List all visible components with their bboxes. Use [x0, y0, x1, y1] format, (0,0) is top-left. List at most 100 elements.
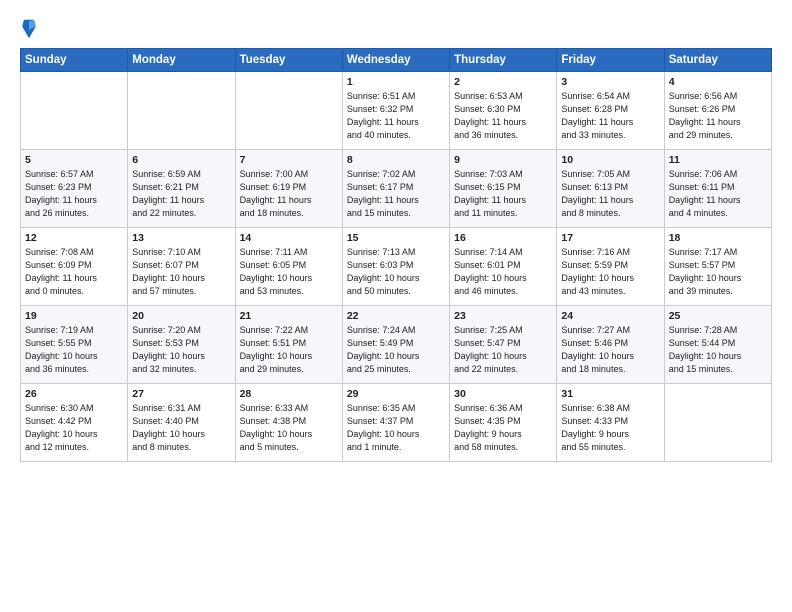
weekday-friday: Friday — [557, 49, 664, 72]
day-number: 19 — [25, 310, 123, 322]
calendar-cell: 18Sunrise: 7:17 AM Sunset: 5:57 PM Dayli… — [664, 228, 771, 306]
weekday-header-row: SundayMondayTuesdayWednesdayThursdayFrid… — [21, 49, 772, 72]
day-info: Sunrise: 7:13 AM Sunset: 6:03 PM Dayligh… — [347, 246, 445, 298]
day-number: 6 — [132, 154, 230, 166]
day-number: 9 — [454, 154, 552, 166]
day-info: Sunrise: 7:10 AM Sunset: 6:07 PM Dayligh… — [132, 246, 230, 298]
day-info: Sunrise: 6:30 AM Sunset: 4:42 PM Dayligh… — [25, 402, 123, 454]
day-info: Sunrise: 6:57 AM Sunset: 6:23 PM Dayligh… — [25, 168, 123, 220]
day-info: Sunrise: 7:19 AM Sunset: 5:55 PM Dayligh… — [25, 324, 123, 376]
calendar-cell: 22 Sunrise: 7:24 AM Sunset: 5:49 PM Dayli… — [342, 306, 449, 384]
calendar-cell — [128, 72, 235, 150]
day-number: 7 — [240, 154, 338, 166]
day-number: 26 — [25, 388, 123, 400]
day-number: 1 — [347, 76, 445, 88]
day-info: Sunrise: 7:11 AM Sunset: 6:05 PM Dayligh… — [240, 246, 338, 298]
day-number: 31 — [561, 388, 659, 400]
weekday-wednesday: Wednesday — [342, 49, 449, 72]
calendar-cell: 20 Sunrise: 7:20 AM Sunset: 5:53 PM Dayli… — [128, 306, 235, 384]
day-info: Sunrise: 6:33 AM Sunset: 4:38 PM Dayligh… — [240, 402, 338, 454]
calendar-cell: 4Sunrise: 6:56 AM Sunset: 6:26 PM Daylig… — [664, 72, 771, 150]
day-info: Sunrise: 7:25 AM Sunset: 5:47 PM Dayligh… — [454, 324, 552, 376]
calendar-cell: 15 Sunrise: 7:13 AM Sunset: 6:03 PM Dayli… — [342, 228, 449, 306]
calendar-cell — [21, 72, 128, 150]
day-info: Sunrise: 6:56 AM Sunset: 6:26 PM Dayligh… — [669, 90, 767, 142]
day-info: Sunrise: 7:20 AM Sunset: 5:53 PM Dayligh… — [132, 324, 230, 376]
day-number: 13 — [132, 232, 230, 244]
calendar-cell: 3 Sunrise: 6:54 AM Sunset: 6:28 PM Daylig… — [557, 72, 664, 150]
day-number: 14 — [240, 232, 338, 244]
day-number: 30 — [454, 388, 552, 400]
day-number: 20 — [132, 310, 230, 322]
day-info: Sunrise: 6:38 AM Sunset: 4:33 PM Dayligh… — [561, 402, 659, 454]
day-number: 21 — [240, 310, 338, 322]
day-number: 29 — [347, 388, 445, 400]
day-info: Sunrise: 6:59 AM Sunset: 6:21 PM Dayligh… — [132, 168, 230, 220]
calendar-cell — [664, 384, 771, 462]
day-number: 16 — [454, 232, 552, 244]
day-number: 8 — [347, 154, 445, 166]
day-info: Sunrise: 7:06 AM Sunset: 6:11 PM Dayligh… — [669, 168, 767, 220]
calendar-cell — [235, 72, 342, 150]
day-info: Sunrise: 7:22 AM Sunset: 5:51 PM Dayligh… — [240, 324, 338, 376]
day-number: 22 — [347, 310, 445, 322]
calendar-cell: 26 Sunrise: 6:30 AM Sunset: 4:42 PM Dayli… — [21, 384, 128, 462]
day-info: Sunrise: 6:36 AM Sunset: 4:35 PM Dayligh… — [454, 402, 552, 454]
day-info: Sunrise: 6:51 AM Sunset: 6:32 PM Dayligh… — [347, 90, 445, 142]
calendar-cell: 9 Sunrise: 7:03 AM Sunset: 6:15 PM Daylig… — [450, 150, 557, 228]
calendar-cell: 23 Sunrise: 7:25 AM Sunset: 5:47 PM Dayli… — [450, 306, 557, 384]
calendar-cell: 11 Sunrise: 7:06 AM Sunset: 6:11 PM Dayli… — [664, 150, 771, 228]
day-number: 15 — [347, 232, 445, 244]
day-info: Sunrise: 7:28 AM Sunset: 5:44 PM Dayligh… — [669, 324, 767, 376]
calendar-cell: 25 Sunrise: 7:28 AM Sunset: 5:44 PM Dayli… — [664, 306, 771, 384]
calendar-cell: 21 Sunrise: 7:22 AM Sunset: 5:51 PM Dayli… — [235, 306, 342, 384]
day-number: 23 — [454, 310, 552, 322]
day-number: 27 — [132, 388, 230, 400]
calendar-cell: 14 Sunrise: 7:11 AM Sunset: 6:05 PM Dayli… — [235, 228, 342, 306]
day-info: Sunrise: 6:53 AM Sunset: 6:30 PM Dayligh… — [454, 90, 552, 142]
calendar-week-1: 5 Sunrise: 6:57 AM Sunset: 6:23 PM Daylig… — [21, 150, 772, 228]
calendar-week-2: 12Sunrise: 7:08 AM Sunset: 6:09 PM Dayli… — [21, 228, 772, 306]
calendar-cell: 28 Sunrise: 6:33 AM Sunset: 4:38 PM Dayli… — [235, 384, 342, 462]
day-info: Sunrise: 7:03 AM Sunset: 6:15 PM Dayligh… — [454, 168, 552, 220]
day-info: Sunrise: 7:00 AM Sunset: 6:19 PM Dayligh… — [240, 168, 338, 220]
day-info: Sunrise: 6:31 AM Sunset: 4:40 PM Dayligh… — [132, 402, 230, 454]
weekday-sunday: Sunday — [21, 49, 128, 72]
day-info: Sunrise: 7:05 AM Sunset: 6:13 PM Dayligh… — [561, 168, 659, 220]
day-info: Sunrise: 7:02 AM Sunset: 6:17 PM Dayligh… — [347, 168, 445, 220]
day-info: Sunrise: 7:24 AM Sunset: 5:49 PM Dayligh… — [347, 324, 445, 376]
day-number: 28 — [240, 388, 338, 400]
calendar-cell: 6 Sunrise: 6:59 AM Sunset: 6:21 PM Daylig… — [128, 150, 235, 228]
calendar-cell: 13 Sunrise: 7:10 AM Sunset: 6:07 PM Dayli… — [128, 228, 235, 306]
page-header — [20, 18, 772, 40]
calendar-cell: 8 Sunrise: 7:02 AM Sunset: 6:17 PM Daylig… — [342, 150, 449, 228]
calendar-cell: 31 Sunrise: 6:38 AM Sunset: 4:33 PM Dayli… — [557, 384, 664, 462]
calendar-cell: 10 Sunrise: 7:05 AM Sunset: 6:13 PM Dayli… — [557, 150, 664, 228]
calendar-cell: 12Sunrise: 7:08 AM Sunset: 6:09 PM Dayli… — [21, 228, 128, 306]
day-number: 2 — [454, 76, 552, 88]
logo — [20, 18, 41, 40]
calendar-cell: 19 Sunrise: 7:19 AM Sunset: 5:55 PM Dayli… — [21, 306, 128, 384]
calendar-cell: 2 Sunrise: 6:53 AM Sunset: 6:30 PM Daylig… — [450, 72, 557, 150]
calendar-cell: 27 Sunrise: 6:31 AM Sunset: 4:40 PM Dayli… — [128, 384, 235, 462]
day-number: 3 — [561, 76, 659, 88]
day-number: 24 — [561, 310, 659, 322]
calendar-cell: 16Sunrise: 7:14 AM Sunset: 6:01 PM Dayli… — [450, 228, 557, 306]
day-number: 11 — [669, 154, 767, 166]
weekday-monday: Monday — [128, 49, 235, 72]
day-info: Sunrise: 6:35 AM Sunset: 4:37 PM Dayligh… — [347, 402, 445, 454]
day-number: 10 — [561, 154, 659, 166]
day-info: Sunrise: 6:54 AM Sunset: 6:28 PM Dayligh… — [561, 90, 659, 142]
calendar-cell: 29 Sunrise: 6:35 AM Sunset: 4:37 PM Dayli… — [342, 384, 449, 462]
day-info: Sunrise: 7:17 AM Sunset: 5:57 PM Dayligh… — [669, 246, 767, 298]
day-number: 12 — [25, 232, 123, 244]
calendar-week-3: 19 Sunrise: 7:19 AM Sunset: 5:55 PM Dayli… — [21, 306, 772, 384]
calendar-cell: 1 Sunrise: 6:51 AM Sunset: 6:32 PM Daylig… — [342, 72, 449, 150]
calendar-cell: 7 Sunrise: 7:00 AM Sunset: 6:19 PM Daylig… — [235, 150, 342, 228]
weekday-saturday: Saturday — [664, 49, 771, 72]
weekday-tuesday: Tuesday — [235, 49, 342, 72]
day-number: 25 — [669, 310, 767, 322]
day-number: 5 — [25, 154, 123, 166]
logo-icon — [20, 18, 38, 40]
calendar: SundayMondayTuesdayWednesdayThursdayFrid… — [20, 48, 772, 462]
